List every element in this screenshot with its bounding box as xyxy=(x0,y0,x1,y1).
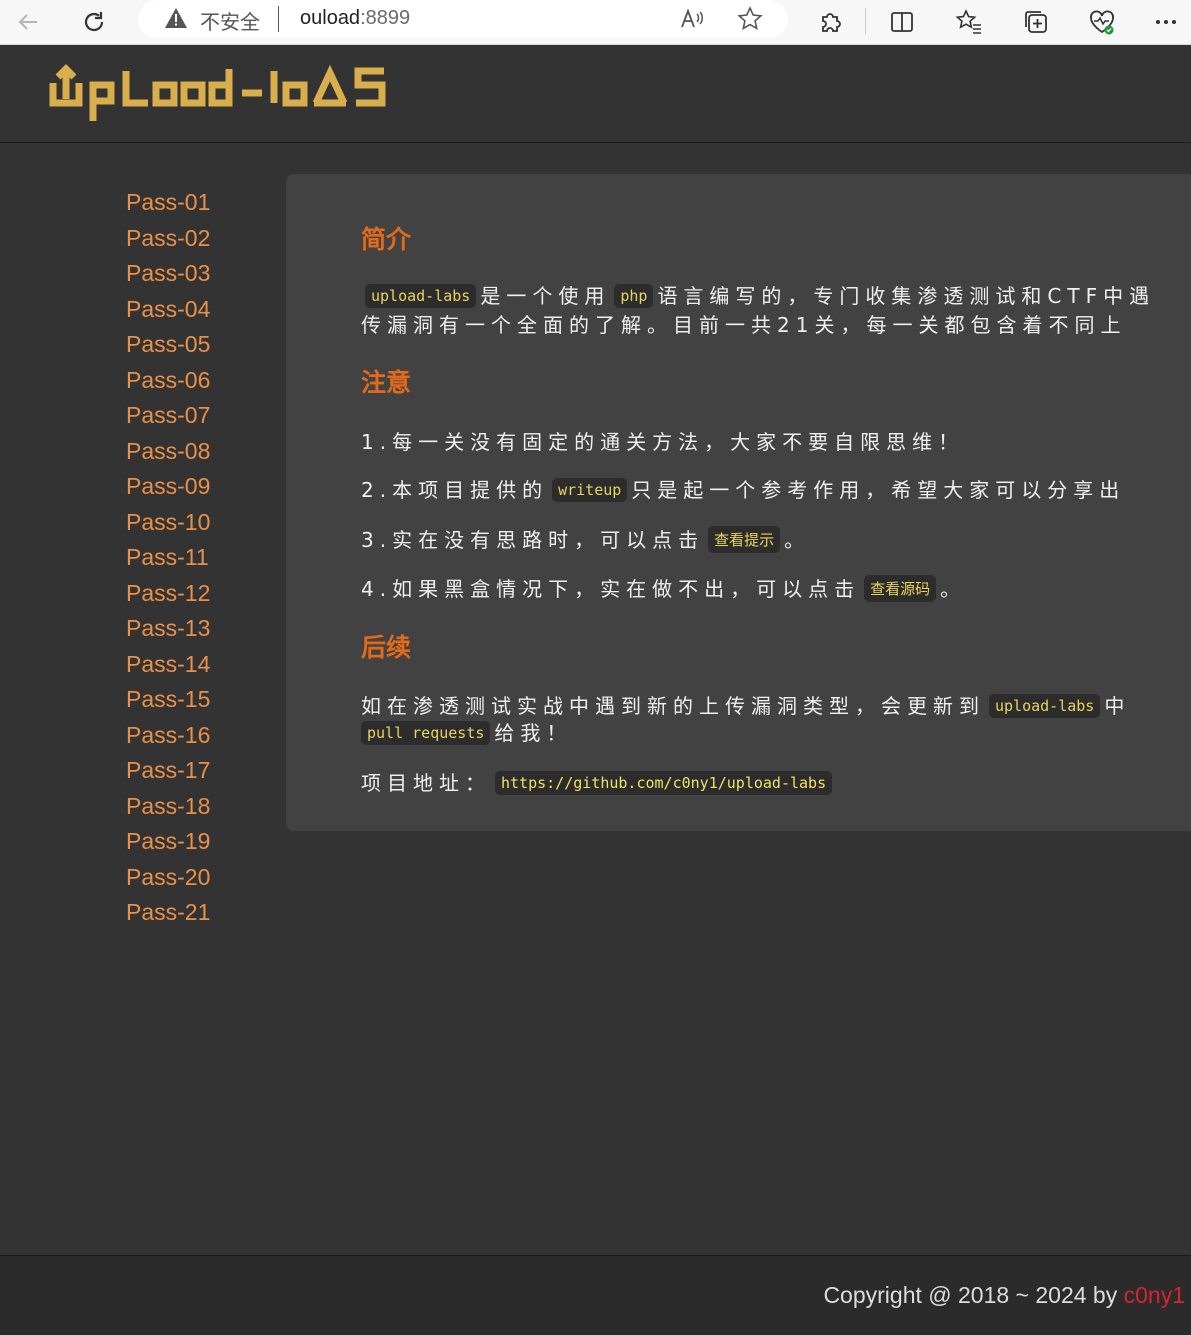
sidebar-item-pass-18[interactable]: Pass-18 xyxy=(126,793,210,820)
extensions-icon[interactable] xyxy=(814,6,846,38)
note-4-text-a: 4.如果黑盒情况下，实在做不出，可以点击 xyxy=(361,577,861,601)
author-link[interactable]: c0ny1 xyxy=(1124,1282,1185,1308)
intro-panel: 简介 upload-labs 是一个使用 php 语言编写的，专门收集渗透测试和CTF… xyxy=(286,174,1191,831)
intro-text-1: 是一个使用 xyxy=(480,284,611,308)
intro-text-2: 语言编写的，专门收集渗透测试和CTF中遇 xyxy=(657,284,1156,308)
toolbar-divider xyxy=(865,8,866,34)
url-host: ouload xyxy=(300,7,361,29)
browser-essentials-icon[interactable] xyxy=(1086,6,1118,38)
sidebar-item-pass-01[interactable]: Pass-01 xyxy=(126,189,210,216)
sidebar-item-pass-14[interactable]: Pass-14 xyxy=(126,651,210,678)
sidebar-item-pass-07[interactable]: Pass-07 xyxy=(126,402,210,429)
sidebar-item-pass-02[interactable]: Pass-02 xyxy=(126,225,210,252)
followup-text-a: 如在渗透测试实战中遇到新的上传漏洞类型，会更新到 xyxy=(361,694,985,718)
show-source-code: 查看源码 xyxy=(864,575,937,602)
favorites-icon[interactable] xyxy=(953,6,985,38)
notes-title: 注意 xyxy=(361,368,412,397)
address-bar[interactable]: 不安全 ouload:8899 xyxy=(138,0,788,38)
intro-title: 简介 xyxy=(361,225,412,254)
read-aloud-icon[interactable] xyxy=(678,5,706,38)
sidebar-item-pass-16[interactable]: Pass-16 xyxy=(126,722,210,749)
intro-line-2: 传漏洞有一个全面的了解。目前一共21关，每一关都包含着不同上 xyxy=(361,313,1127,337)
sidebar-item-pass-13[interactable]: Pass-13 xyxy=(126,615,210,642)
code-php: php xyxy=(614,284,654,308)
collections-icon[interactable] xyxy=(1020,6,1052,38)
followup-line-2: pull requests 给我！ xyxy=(361,717,572,746)
sidebar-item-pass-21[interactable]: Pass-21 xyxy=(126,899,210,926)
sidebar-item-pass-12[interactable]: Pass-12 xyxy=(126,580,210,607)
show-hint-code: 查看提示 xyxy=(708,526,781,553)
followup-text-c: 给我！ xyxy=(494,721,573,745)
more-icon[interactable] xyxy=(1150,6,1182,38)
site-header xyxy=(0,45,1191,143)
favorite-star-icon[interactable] xyxy=(736,5,764,38)
url-text[interactable]: ouload:8899 xyxy=(300,7,410,30)
intro-line-1: upload-labs 是一个使用 php 语言编写的，专门收集渗透测试和CTF中遇 xyxy=(361,280,1155,309)
followup-line-1: 如在渗透测试实战中遇到新的上传漏洞类型，会更新到 upload-labs 中 xyxy=(361,690,1130,719)
split-screen-icon[interactable] xyxy=(886,6,918,38)
note-3: 3.实在没有思路时，可以点击 查看提示。 xyxy=(361,524,810,553)
sidebar-item-pass-06[interactable]: Pass-06 xyxy=(126,367,210,394)
sidebar-item-pass-19[interactable]: Pass-19 xyxy=(126,828,210,855)
sidebar-item-pass-04[interactable]: Pass-04 xyxy=(126,296,210,323)
code-pull-requests: pull requests xyxy=(361,721,491,745)
note-3-text-b: 。 xyxy=(784,528,811,552)
sidebar-item-pass-09[interactable]: Pass-09 xyxy=(126,473,210,500)
code-writeup: writeup xyxy=(552,478,628,502)
url-port: :8899 xyxy=(360,7,411,29)
copyright-text: Copyright @ 2018 ~ 2024 by c0ny1 xyxy=(823,1282,1185,1309)
note-1: 1.每一关没有固定的通关方法，大家不要自限思维！ xyxy=(361,430,965,454)
address-separator xyxy=(278,6,279,32)
note-3-text-a: 3.实在没有思路时，可以点击 xyxy=(361,528,705,552)
followup-text-b: 中 xyxy=(1104,694,1131,718)
warning-icon[interactable] xyxy=(164,7,188,34)
note-4: 4.如果黑盒情况下，实在做不出，可以点击 查看源码。 xyxy=(361,573,966,602)
project-address-line: 项目地址： https://github.com/c0ny1/upload-lab… xyxy=(361,767,836,796)
sidebar-item-pass-10[interactable]: Pass-10 xyxy=(126,509,210,536)
sidebar-item-pass-08[interactable]: Pass-08 xyxy=(126,438,210,465)
upload-labs-logo[interactable] xyxy=(48,63,393,130)
sidebar-item-pass-20[interactable]: Pass-20 xyxy=(126,864,210,891)
sidebar-item-pass-15[interactable]: Pass-15 xyxy=(126,686,210,713)
project-address-link[interactable]: https://github.com/c0ny1/upload-labs xyxy=(495,771,833,795)
copyright-label: Copyright @ 2018 ~ 2024 by xyxy=(823,1282,1124,1308)
note-2: 2.本项目提供的 writeup 只是起一个参考作用，希望大家可以分享出 xyxy=(361,474,1125,503)
site-footer: Copyright @ 2018 ~ 2024 by c0ny1 xyxy=(0,1255,1191,1335)
sidebar-item-pass-11[interactable]: Pass-11 xyxy=(126,544,209,571)
back-icon[interactable] xyxy=(12,6,44,38)
code-upload-labs-2: upload-labs xyxy=(989,694,1101,718)
sidebar-item-pass-17[interactable]: Pass-17 xyxy=(126,757,210,784)
note-2-text-b: 只是起一个参考作用，希望大家可以分享出 xyxy=(631,478,1126,502)
browser-toolbar: 不安全 ouload:8899 xyxy=(0,0,1191,45)
code-upload-labs: upload-labs xyxy=(365,284,477,308)
sidebar-item-pass-05[interactable]: Pass-05 xyxy=(126,331,210,358)
refresh-icon[interactable] xyxy=(78,6,110,38)
project-address-label: 项目地址： xyxy=(361,771,491,795)
sidebar-item-pass-03[interactable]: Pass-03 xyxy=(126,260,210,287)
note-4-text-b: 。 xyxy=(940,577,967,601)
security-label[interactable]: 不安全 xyxy=(200,6,260,35)
note-2-text-a: 2.本项目提供的 xyxy=(361,478,549,502)
followup-title: 后续 xyxy=(361,633,412,662)
